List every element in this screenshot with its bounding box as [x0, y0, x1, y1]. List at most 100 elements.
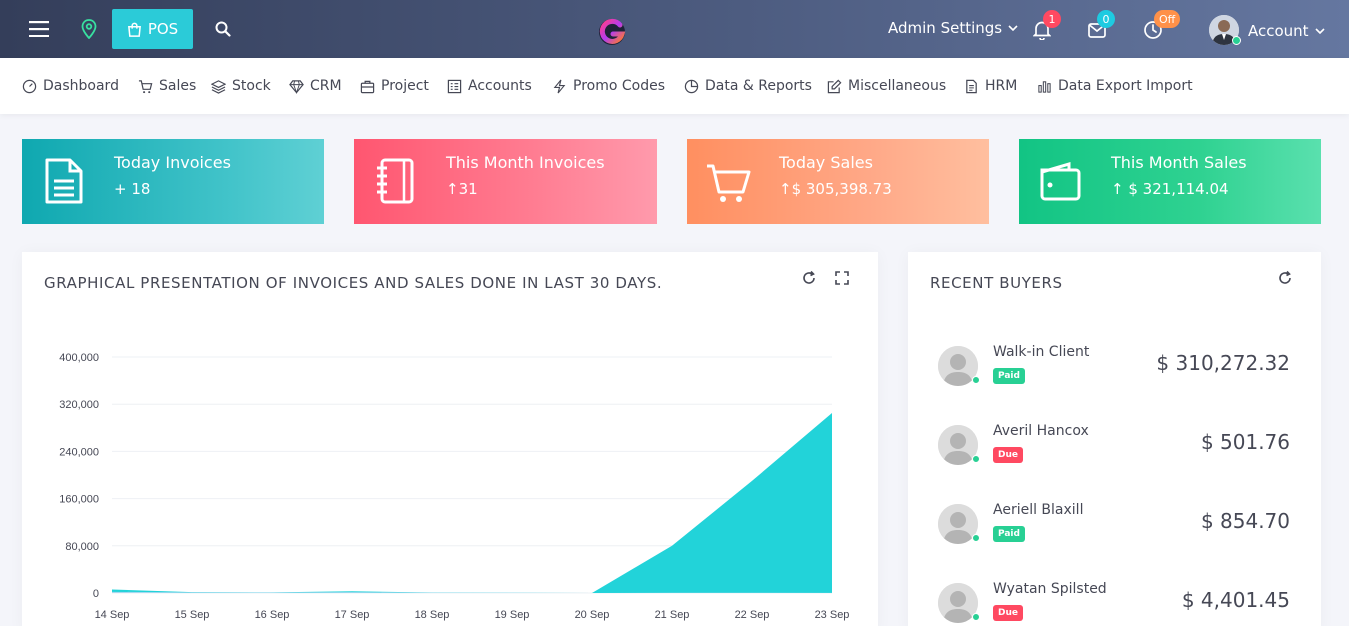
wallet-icon — [1040, 161, 1081, 201]
cart-icon — [138, 79, 153, 93]
x-tick-label: 22 Sep — [735, 609, 770, 621]
speedometer-icon — [22, 79, 37, 93]
top-navbar: POS Admin Settings 1 0 Off Account — [0, 0, 1349, 58]
y-tick-label: 160,000 — [59, 494, 99, 506]
stat-value: ↑ $ 321,114.04 — [1111, 180, 1229, 198]
nav-label: Promo Codes — [573, 78, 665, 94]
y-tick-label: 320,000 — [59, 399, 99, 411]
nav-label: Project — [381, 78, 429, 94]
nav-item-promo-codes[interactable]: Promo Codes — [552, 78, 665, 94]
pos-button[interactable]: POS — [112, 9, 193, 49]
x-tick-label: 20 Sep — [575, 609, 610, 621]
pie-chart-icon — [684, 79, 699, 93]
nav-item-accounts[interactable]: Accounts — [447, 78, 532, 94]
stat-card-month-invoices[interactable]: This Month Invoices ↑31 — [354, 139, 657, 224]
buyer-amount: $ 4,401.45 — [1181, 588, 1290, 612]
admin-settings-dropdown[interactable]: Admin Settings — [888, 19, 1018, 37]
nav-item-miscellaneous[interactable]: Miscellaneous — [827, 78, 946, 94]
search-icon[interactable] — [212, 18, 234, 40]
y-tick-label: 240,000 — [59, 446, 99, 458]
buyer-row[interactable]: Wyatan Spilsted Due $ 4,401.45 — [938, 581, 1298, 626]
shopping-bag-icon — [127, 22, 141, 37]
panel-title: RECENT BUYERS — [930, 274, 1063, 292]
status-badge: Paid — [993, 526, 1025, 542]
nav-label: CRM — [310, 78, 342, 94]
series-area — [112, 413, 832, 593]
nav-item-hrm[interactable]: HRM — [964, 78, 1017, 94]
document-icon — [45, 158, 83, 204]
online-status-dot — [1232, 36, 1241, 45]
buyer-name[interactable]: Walk-in Client — [993, 344, 1089, 360]
buyer-name[interactable]: Averil Hancox — [993, 423, 1089, 439]
admin-settings-label: Admin Settings — [888, 19, 1003, 37]
chevron-down-icon — [1008, 25, 1018, 31]
status-badge: Due — [993, 447, 1023, 463]
main-menu: Dashboard Sales Stock CRM Project Accoun… — [0, 58, 1349, 114]
messages-badge: 0 — [1097, 10, 1115, 28]
cart-icon — [707, 164, 751, 202]
notebook-icon — [377, 158, 414, 204]
menu-toggle-icon[interactable] — [26, 18, 54, 40]
nav-item-sales[interactable]: Sales — [138, 78, 196, 94]
diamond-icon — [289, 79, 304, 94]
buyer-row[interactable]: Walk-in Client Paid $ 310,272.32 — [938, 344, 1298, 406]
online-status-dot — [972, 455, 980, 463]
online-status-dot — [972, 376, 980, 384]
ledger-icon — [447, 79, 462, 93]
nav-item-data-export-import[interactable]: Data Export Import — [1037, 78, 1193, 94]
nav-label: Sales — [159, 78, 197, 94]
y-tick-label: 400,000 — [59, 352, 99, 364]
area-chart: 0 80,000 160,000 240,000 320,000 400,000 14 Se… — [59, 352, 850, 621]
clock-status-badge: Off — [1154, 10, 1181, 28]
briefcase-icon — [360, 80, 375, 93]
bar-chart-icon — [1038, 80, 1051, 93]
stat-title: Today Sales — [779, 153, 873, 172]
pos-button-label: POS — [147, 20, 179, 38]
buyer-amount: $ 310,272.32 — [1156, 351, 1290, 375]
x-tick-label: 16 Sep — [255, 609, 290, 621]
buyer-name[interactable]: Wyatan Spilsted — [993, 581, 1107, 597]
buyer-row[interactable]: Averil Hancox Due $ 501.76 — [938, 423, 1298, 485]
x-tick-label: 15 Sep — [175, 609, 210, 621]
nav-label: Dashboard — [43, 78, 119, 94]
status-badge: Due — [993, 605, 1023, 621]
nav-label: Data Export Import — [1058, 78, 1193, 94]
nav-item-data-reports[interactable]: Data & Reports — [684, 78, 812, 94]
x-tick-label: 14 Sep — [95, 609, 130, 621]
x-tick-label: 19 Sep — [495, 609, 530, 621]
brand-logo[interactable] — [596, 15, 628, 47]
edit-icon — [827, 79, 842, 93]
nav-item-crm[interactable]: CRM — [289, 78, 342, 94]
stat-value: ↑$ 305,398.73 — [779, 180, 892, 198]
stat-card-today-invoices[interactable]: Today Invoices + 18 — [22, 139, 324, 224]
status-badge: Paid — [993, 368, 1025, 384]
location-pin-icon[interactable] — [78, 18, 100, 40]
stat-value: ↑31 — [446, 180, 478, 198]
reload-icon[interactable] — [1277, 270, 1293, 286]
stat-card-month-sales[interactable]: This Month Sales ↑ $ 321,114.04 — [1019, 139, 1321, 224]
online-status-dot — [972, 534, 980, 542]
buyer-amount: $ 854.70 — [1200, 509, 1290, 533]
recent-buyers-panel: RECENT BUYERS Walk-in Client Paid $ 310,27… — [908, 252, 1321, 626]
stat-card-today-sales[interactable]: Today Sales ↑$ 305,398.73 — [687, 139, 989, 224]
layers-icon — [211, 79, 226, 94]
nav-item-project[interactable]: Project — [360, 78, 429, 94]
stat-title: This Month Sales — [1111, 153, 1247, 172]
account-label: Account — [1248, 22, 1309, 40]
nav-label: Stock — [232, 78, 271, 94]
x-tick-label: 17 Sep — [335, 609, 370, 621]
buyer-name[interactable]: Aeriell Blaxill — [993, 502, 1083, 518]
nav-item-dashboard[interactable]: Dashboard — [22, 78, 119, 94]
nav-label: Accounts — [468, 78, 532, 94]
online-status-dot — [972, 613, 980, 621]
x-tick-label: 21 Sep — [655, 609, 690, 621]
nav-item-stock[interactable]: Stock — [211, 78, 271, 94]
x-tick-label: 23 Sep — [815, 609, 850, 621]
buyer-row[interactable]: Aeriell Blaxill Paid $ 854.70 — [938, 502, 1298, 564]
x-tick-label: 18 Sep — [415, 609, 450, 621]
nav-label: HRM — [985, 78, 1018, 94]
buyer-amount: $ 501.76 — [1200, 430, 1290, 454]
lightning-icon — [553, 79, 566, 93]
account-dropdown[interactable]: Account — [1248, 22, 1325, 40]
nav-label: Miscellaneous — [848, 78, 947, 94]
